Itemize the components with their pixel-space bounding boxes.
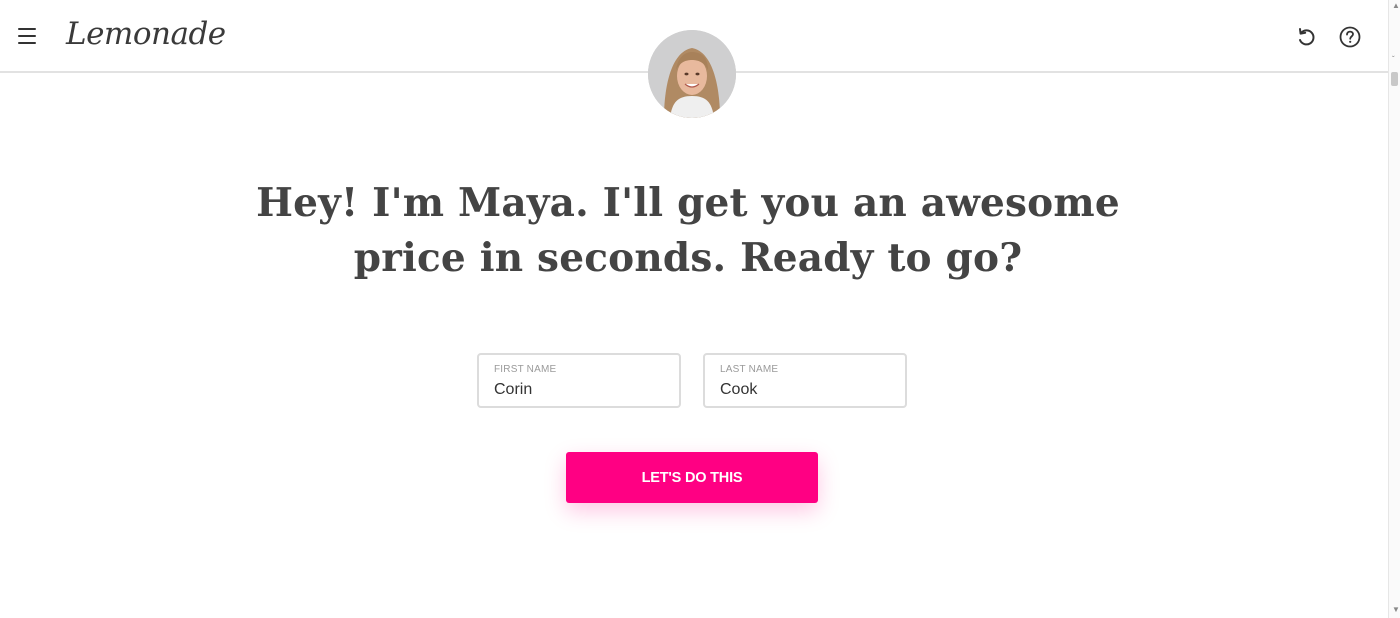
avatar-photo <box>648 30 736 118</box>
lemonade-logo[interactable]: Lemonade <box>66 14 226 54</box>
page: Lemonade Hey! I'm Maya. I'll get you an … <box>0 0 1400 618</box>
scroll-up-icon[interactable]: ▲ <box>1392 2 1400 10</box>
first-name-field[interactable]: FIRST NAME <box>477 353 681 408</box>
hamburger-menu-icon[interactable] <box>14 24 40 48</box>
headline-line-2: price in seconds. Ready to go? <box>353 235 1023 281</box>
headline-line-1: Hey! I'm Maya. I'll get you an awesome <box>256 180 1120 226</box>
welcome-headline: Hey! I'm Maya. I'll get you an awesome p… <box>250 176 1126 286</box>
undo-icon[interactable] <box>1293 24 1319 50</box>
last-name-input[interactable] <box>720 381 890 399</box>
scroll-down-icon[interactable]: ▼ <box>1392 606 1400 614</box>
help-icon[interactable] <box>1337 24 1363 50</box>
vertical-scrollbar[interactable]: ▲ ˇ ▼ <box>1388 0 1400 618</box>
first-name-label: FIRST NAME <box>494 364 557 375</box>
scroll-thumb[interactable] <box>1391 72 1398 86</box>
first-name-input[interactable] <box>494 381 664 399</box>
scroll-collapse-icon: ˇ <box>1392 55 1395 64</box>
avatar <box>648 30 736 118</box>
last-name-label: LAST NAME <box>720 364 779 375</box>
lets-do-this-button[interactable]: LET'S DO THIS <box>566 452 818 503</box>
last-name-field[interactable]: LAST NAME <box>703 353 907 408</box>
